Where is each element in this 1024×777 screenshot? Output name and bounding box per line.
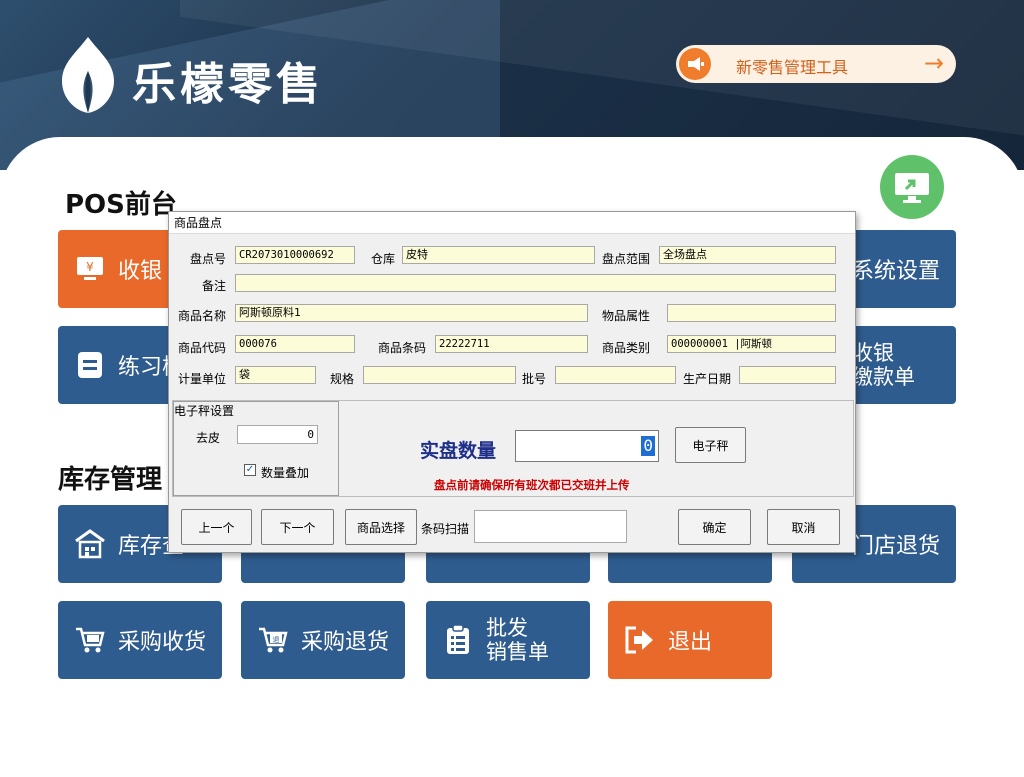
brand-name: 乐檬零售 — [132, 59, 324, 110]
cancel-button[interactable]: 取消 — [767, 509, 840, 545]
dialog-title: 商品盘点 — [169, 212, 855, 234]
product-select-button[interactable]: 商品选择 — [345, 509, 417, 545]
field-barcode[interactable]: 22222711 — [435, 335, 588, 353]
promo-pill[interactable]: 新零售管理工具 → — [676, 45, 956, 83]
leaf-logo-icon — [62, 37, 114, 113]
tile-payment-line1: 收银 — [852, 341, 894, 365]
tile-settings-label: 系统设置 — [852, 259, 941, 284]
cashier-monitor-icon: ¥ — [74, 253, 106, 285]
label-count-no: 盘点号 — [190, 252, 227, 266]
next-button[interactable]: 下一个 — [261, 509, 334, 545]
tile-payment-line2: 缴款单 — [852, 365, 915, 389]
arrow-right-icon: → — [923, 49, 944, 77]
field-actual-qty[interactable]: 0 — [515, 430, 659, 462]
label-product-code: 商品代码 — [178, 341, 227, 355]
field-unit[interactable]: 袋 — [235, 366, 316, 384]
label-category: 商品类别 — [602, 341, 651, 355]
actual-qty-value: 0 — [641, 436, 655, 456]
field-category[interactable]: 000000001 |阿斯顿 — [667, 335, 836, 353]
qty-add-checkbox[interactable]: ✓ — [244, 464, 256, 476]
label-tare: 去皮 — [196, 431, 221, 445]
label-barcode: 商品条码 — [378, 341, 427, 355]
tile-purchase-receive-label: 采购收货 — [118, 630, 207, 655]
prev-button[interactable]: 上一个 — [181, 509, 252, 545]
label-spec: 规格 — [330, 372, 355, 386]
warning-text: 盘点前请确保所有班次都已交班并上传 — [434, 478, 630, 492]
label-qty-add: 数量叠加 — [261, 466, 310, 480]
cart-return-icon: 退 — [257, 624, 289, 656]
scale-button[interactable]: 电子秤 — [675, 427, 746, 463]
tile-purchase-return[interactable]: 退 采购退货 — [241, 601, 405, 679]
svg-text:¥: ¥ — [86, 260, 94, 274]
field-warehouse[interactable]: 皮特 — [402, 246, 595, 264]
label-count-scope: 盘点范围 — [602, 252, 651, 266]
field-attribute[interactable] — [667, 304, 836, 322]
field-count-scope[interactable]: 全场盘点 — [659, 246, 836, 264]
tile-purchase-receive[interactable]: 采购收货 — [58, 601, 222, 679]
tile-wholesale-line2: 销售单 — [486, 640, 549, 664]
tile-exit[interactable]: 退出 — [608, 601, 772, 679]
monitor-share-icon[interactable] — [880, 155, 944, 219]
promo-label: 新零售管理工具 — [736, 58, 849, 77]
exit-icon — [624, 624, 656, 656]
field-mfg-date[interactable] — [739, 366, 836, 384]
tile-wholesale[interactable]: 批发 销售单 — [426, 601, 590, 679]
list-icon — [74, 349, 106, 381]
svg-text:退: 退 — [273, 635, 280, 644]
field-tare[interactable]: 0 — [237, 425, 318, 444]
tile-wholesale-line1: 批发 — [486, 616, 528, 640]
label-attribute: 物品属性 — [602, 309, 651, 323]
megaphone-icon — [679, 48, 711, 80]
field-batch[interactable] — [555, 366, 676, 384]
field-spec[interactable] — [363, 366, 516, 384]
clipboard-icon — [442, 624, 474, 656]
label-remark: 备注 — [202, 279, 227, 293]
label-mfg-date: 生产日期 — [683, 372, 732, 386]
tile-exit-label: 退出 — [668, 630, 713, 655]
section-title-inventory: 库存管理 — [58, 465, 163, 495]
field-product-code[interactable]: 000076 — [235, 335, 355, 353]
ok-button[interactable]: 确定 — [678, 509, 751, 545]
tile-cashier-label: 收银 — [118, 259, 163, 284]
section-title-pos: POS前台 — [65, 190, 177, 220]
label-scale-settings: 电子秤设置 — [174, 404, 235, 418]
field-scan[interactable] — [474, 510, 627, 543]
label-actual-qty: 实盘数量 — [420, 440, 497, 462]
field-remark[interactable] — [235, 274, 836, 292]
label-scan: 条码扫描 — [421, 522, 470, 536]
label-product-name: 商品名称 — [178, 309, 227, 323]
field-count-no[interactable]: CR2073010000692 — [235, 246, 355, 264]
label-unit: 计量单位 — [178, 372, 227, 386]
warehouse-icon — [74, 528, 106, 560]
tile-purchase-return-label: 采购退货 — [301, 630, 390, 655]
label-warehouse: 仓库 — [371, 252, 396, 266]
field-product-name[interactable]: 阿斯顿原料1 — [235, 304, 588, 322]
label-batch: 批号 — [522, 372, 547, 386]
stocktake-dialog: 商品盘点 盘点号 CR2073010000692 仓库 皮特 盘点范围 全场盘点… — [168, 211, 856, 553]
tile-store-return-label: 门店退货 — [852, 534, 941, 559]
cart-icon — [74, 624, 106, 656]
